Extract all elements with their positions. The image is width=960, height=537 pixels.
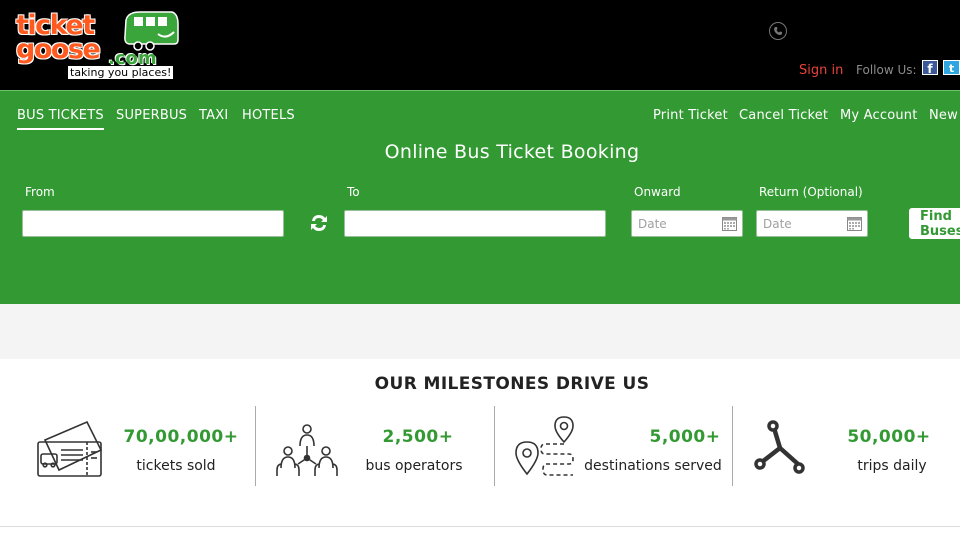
to-label: To <box>347 185 360 199</box>
print-ticket-link[interactable]: Print Ticket <box>653 108 728 123</box>
milestone-trips: 50,000+ trips daily <box>733 406 960 486</box>
milestone-destinations: 5,000+ destinations served <box>495 406 732 486</box>
facebook-icon[interactable]: f <box>922 60 938 76</box>
twitter-icon[interactable]: t <box>943 60 960 75</box>
calendar-icon[interactable] <box>722 216 737 231</box>
milestone-label: bus operators <box>365 458 463 474</box>
top-header: ticket goose .com taking you places! Sig… <box>0 0 960 90</box>
route-pin-icon <box>515 416 574 476</box>
milestone-value: 2,500+ <box>382 427 454 447</box>
grey-strip <box>0 304 960 359</box>
tab-taxi[interactable]: TAXI <box>199 108 228 123</box>
calendar-icon[interactable] <box>847 216 862 231</box>
logo-bus-icon <box>124 11 179 51</box>
milestone-tickets: 70,00,000+ tickets sold <box>0 406 255 486</box>
return-label: Return (Optional) <box>759 185 863 199</box>
sign-in-link[interactable]: Sign in <box>799 63 843 78</box>
milestones-title: OUR MILESTONES DRIVE US <box>374 374 650 394</box>
follow-us-label: Follow Us: <box>856 63 917 77</box>
to-input[interactable] <box>344 210 606 237</box>
cancel-ticket-link[interactable]: Cancel Ticket <box>739 108 828 123</box>
tab-hotels[interactable]: HOTELS <box>242 108 295 123</box>
milestone-label: destinations served <box>584 458 722 474</box>
return-date-field[interactable] <box>756 210 868 237</box>
booking-band: BUS TICKETS SUPERBUS TAXI HOTELS Print T… <box>0 90 960 304</box>
operators-icon <box>276 424 338 476</box>
tab-bus-tickets[interactable]: BUS TICKETS <box>17 108 104 130</box>
milestone-label: trips daily <box>857 458 927 474</box>
onward-date-field[interactable] <box>631 210 743 237</box>
milestone-value: 5,000+ <box>649 427 721 447</box>
ticketgoose-logo[interactable]: ticket goose .com taking you places! <box>16 8 182 82</box>
milestone-value: 70,00,000+ <box>123 427 239 447</box>
my-account-link[interactable]: My Account <box>840 108 918 123</box>
logo-tagline: taking you places! <box>68 66 174 79</box>
whatsapp-phone-icon[interactable] <box>769 22 787 40</box>
find-buses-button[interactable]: Find Buses <box>909 208 960 239</box>
from-input[interactable] <box>22 210 284 237</box>
onward-label: Onward <box>634 185 681 199</box>
milestone-value: 50,000+ <box>847 427 931 447</box>
ticket-icon <box>37 420 103 477</box>
trips-icon <box>754 420 805 474</box>
tab-superbus[interactable]: SUPERBUS <box>116 108 187 123</box>
logo-word-goose: goose <box>16 34 101 65</box>
section-bottom-border <box>0 526 960 527</box>
milestone-operators: 2,500+ bus operators <box>256 406 494 486</box>
from-label: From <box>25 185 55 199</box>
new-link[interactable]: New <box>929 108 958 123</box>
milestone-label: tickets sold <box>136 458 216 474</box>
booking-title: Online Bus Ticket Booking <box>384 141 640 163</box>
swap-cities-icon[interactable] <box>309 212 329 234</box>
